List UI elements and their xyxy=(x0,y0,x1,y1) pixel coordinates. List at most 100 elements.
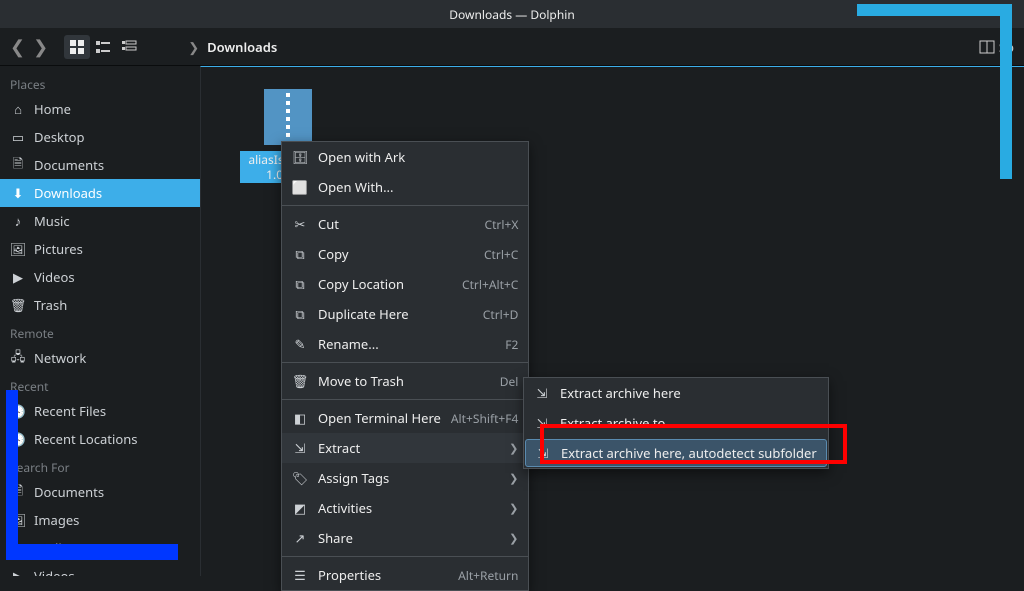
menu-item-properties[interactable]: ☰ Properties Alt+Return xyxy=(282,560,528,590)
menu-item-label: Properties xyxy=(318,566,381,584)
sidebar-item-recent-locations[interactable]: 🕓Recent Locations xyxy=(0,425,200,453)
sidebar-item-search-videos[interactable]: ▶Videos xyxy=(0,562,200,576)
menu-item-label: Share xyxy=(318,529,353,547)
menu-item-open-terminal-here[interactable]: ◧ Open Terminal Here Alt+Shift+F4 xyxy=(282,403,528,433)
desktop-icon: ▭ xyxy=(10,129,26,145)
videos-icon: ▶ xyxy=(10,269,26,285)
documents-icon: 🗎 xyxy=(10,157,26,173)
extract-icon: ⇲ xyxy=(292,440,308,456)
menu-item-label: Rename... xyxy=(318,335,379,353)
sidebar-item-trash[interactable]: 🗑Trash xyxy=(0,291,200,319)
menu-shortcut: Alt+Return xyxy=(458,567,518,584)
dup-icon: ⧉ xyxy=(292,306,308,322)
sidebar-item-music[interactable]: ♪Music xyxy=(0,207,200,235)
cut-icon: ✂ xyxy=(292,216,308,232)
toolbar: ❮ ❯ ❯ Downloads Sp xyxy=(0,28,1024,66)
music-icon: ♪ xyxy=(10,213,26,229)
menu-item-cut[interactable]: ✂CutCtrl+X xyxy=(282,209,528,239)
menu-item-extract[interactable]: ⇲ Extract ❯ xyxy=(282,433,528,463)
nav-back-icon[interactable]: ❮ xyxy=(10,35,25,59)
menu-shortcut: Alt+Shift+F4 xyxy=(451,410,518,427)
menu-item-rename[interactable]: ✎Rename...F2 xyxy=(282,329,528,359)
annotation-accent-bottom xyxy=(6,544,178,560)
section-places: Places xyxy=(0,70,200,95)
menu-item-activities[interactable]: ◩Activities❯ xyxy=(282,493,528,523)
menu-item-share[interactable]: ↗Share❯ xyxy=(282,523,528,553)
network-icon: 🖧 xyxy=(10,350,26,366)
menu-item-assign-tags[interactable]: 🏷Assign Tags❯ xyxy=(282,463,528,493)
menu-separator xyxy=(282,399,528,400)
home-icon: ⌂ xyxy=(10,101,26,117)
menu-item-label: Extract archive here xyxy=(560,384,681,402)
menu-item-label: Cut xyxy=(318,215,339,233)
pictures-icon: 🖼 xyxy=(10,241,26,257)
menu-item-duplicate-here[interactable]: ⧉ Duplicate Here Ctrl+D xyxy=(282,299,528,329)
nav-forward-icon[interactable]: ❯ xyxy=(33,35,48,59)
menu-item-copy[interactable]: ⧉CopyCtrl+C xyxy=(282,239,528,269)
downloads-icon: ⬇ xyxy=(10,185,26,201)
view-icons-button[interactable] xyxy=(64,35,90,59)
annotation-accent-top xyxy=(857,4,1012,16)
sidebar-item-recent-files[interactable]: 🕓Recent Files xyxy=(0,397,200,425)
annotation-accent-bottom xyxy=(6,390,18,560)
sidebar-item-documents[interactable]: 🗎Documents xyxy=(0,151,200,179)
menu-item-extract-archive-here-autodetect-subfolder[interactable]: ⇲ Extract archive here, autodetect subfol… xyxy=(525,439,827,467)
menu-item-open-with[interactable]: ⬜ Open With... xyxy=(282,172,528,202)
breadcrumb[interactable]: ❯ Downloads xyxy=(188,38,277,56)
chevron-right-icon: ❯ xyxy=(509,531,518,546)
menu-item-label: Open With... xyxy=(318,178,394,196)
sidebar-item-network[interactable]: 🖧Network xyxy=(0,344,200,372)
menu-item-label: Copy xyxy=(318,245,348,263)
section-search: Search For xyxy=(0,453,200,478)
sidebar-item-downloads[interactable]: ⬇Downloads xyxy=(0,179,200,207)
archive-icon: 🗄 xyxy=(292,149,308,165)
annotation-accent-top xyxy=(1000,4,1012,179)
trash-icon: 🗑 xyxy=(292,373,308,389)
menu-item-copy-location[interactable]: ⧉Copy LocationCtrl+Alt+C xyxy=(282,269,528,299)
extract-icon: ⇲ xyxy=(534,415,550,431)
extract-submenu: ⇲Extract archive here⇲Extract archive to… xyxy=(523,377,829,469)
sidebar-item-search-images[interactable]: 🖼Images xyxy=(0,506,200,534)
breadcrumb-label: Downloads xyxy=(207,38,277,56)
chevron-right-icon: ❯ xyxy=(509,441,518,456)
menu-separator xyxy=(282,362,528,363)
menu-separator xyxy=(282,205,528,206)
chevron-right-icon: ❯ xyxy=(188,38,199,56)
menu-shortcut: Del xyxy=(500,373,519,390)
props-icon: ☰ xyxy=(292,567,308,583)
context-menu: 🗄Open with Ark⬜Open With...✂CutCtrl+X⧉Co… xyxy=(281,141,529,591)
sidebar-item-home[interactable]: ⌂Home xyxy=(0,95,200,123)
menu-item-extract-archive-to[interactable]: ⇲ Extract archive to... xyxy=(524,408,828,438)
menu-item-open-with-ark[interactable]: 🗄 Open with Ark xyxy=(282,142,528,172)
sidebar-item-videos[interactable]: ▶Videos xyxy=(0,263,200,291)
sidebar-item-pictures[interactable]: 🖼Pictures xyxy=(0,235,200,263)
menu-item-label: Copy Location xyxy=(318,275,404,293)
section-recent: Recent xyxy=(0,372,200,397)
sidebar-item-desktop[interactable]: ▭Desktop xyxy=(0,123,200,151)
rename-icon: ✎ xyxy=(292,336,308,352)
view-details-button[interactable] xyxy=(116,35,142,59)
menu-shortcut: Ctrl+C xyxy=(484,246,518,263)
window-title: Downloads — Dolphin xyxy=(449,6,575,23)
extract-icon: ⇲ xyxy=(535,445,551,461)
menu-item-label: Open Terminal Here xyxy=(318,409,441,427)
menu-shortcut: Ctrl+D xyxy=(483,306,519,323)
sidebar: Places ⌂Home ▭Desktop 🗎Documents ⬇Downlo… xyxy=(0,66,200,576)
open-icon: ⬜ xyxy=(292,179,308,195)
videos-icon: ▶ xyxy=(10,568,26,576)
menu-item-move-to-trash[interactable]: 🗑Move to TrashDel xyxy=(282,366,528,396)
view-compact-button[interactable] xyxy=(90,35,116,59)
menu-item-label: Duplicate Here xyxy=(318,305,409,323)
tags-icon: 🏷 xyxy=(292,470,308,486)
sidebar-item-search-documents[interactable]: 🗎Documents xyxy=(0,478,200,506)
menu-separator xyxy=(282,556,528,557)
chevron-right-icon: ❯ xyxy=(509,471,518,486)
menu-item-label: Open with Ark xyxy=(318,148,405,166)
menu-item-extract-archive-here[interactable]: ⇲Extract archive here xyxy=(524,378,828,408)
terminal-icon: ◧ xyxy=(292,410,308,426)
menu-item-label: Extract xyxy=(318,439,360,457)
file-view[interactable]: aliasIsolation-1.0.6.7z 🗄Open with Ark⬜O… xyxy=(200,66,1024,576)
menu-item-label: Extract archive to... xyxy=(560,414,676,432)
section-remote: Remote xyxy=(0,319,200,344)
menu-item-label: Extract archive here, autodetect subfold… xyxy=(561,444,817,462)
